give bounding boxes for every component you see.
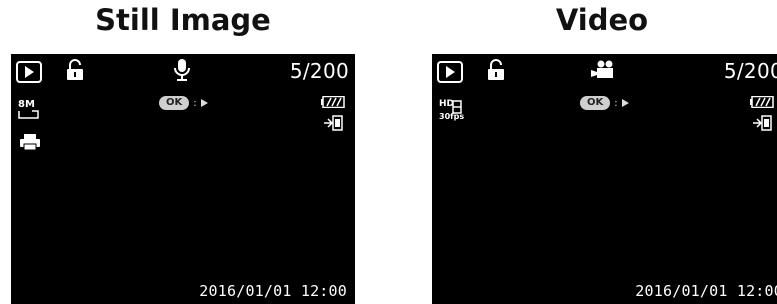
image-count: 5/200 (289, 59, 349, 83)
resolution-icon (18, 110, 39, 119)
video-panel: Video 5/200 OK : HD 30fps 2016/01/01 12:… (432, 0, 777, 304)
still-image-panel: Still Image 5/200 OK : 8M 2016/01/01 12:… (11, 0, 355, 304)
ok-separator: : (193, 97, 197, 109)
camera-screen: 5/200 OK : 8M 2016/01/01 12:00 (11, 54, 355, 304)
video-camera-icon (591, 60, 613, 78)
fps-label: 30fps (439, 112, 465, 121)
video-count: 5/200 (723, 59, 777, 83)
ok-play-hint: OK : (159, 96, 208, 110)
play-arrow-icon (200, 99, 208, 107)
ok-separator: : (614, 97, 618, 109)
date-time: 2016/01/01 12:00 (199, 282, 347, 300)
battery-icon (750, 96, 774, 108)
print-icon (20, 134, 40, 151)
camera-screen: 5/200 OK : HD 30fps 2016/01/01 12:00 (432, 54, 777, 304)
ok-badge: OK (580, 96, 611, 110)
film-frame-icon (452, 100, 462, 114)
resolution-label: 8M (18, 99, 35, 110)
protect-lock-icon (67, 59, 83, 80)
dpof-icon (324, 115, 343, 131)
ok-play-hint: OK : (580, 96, 629, 110)
ok-badge: OK (159, 96, 190, 110)
date-time: 2016/01/01 12:00 (635, 282, 777, 300)
battery-icon (321, 96, 345, 108)
protect-lock-icon (488, 59, 504, 80)
panel-title: Still Image (95, 3, 271, 37)
voice-memo-icon (174, 59, 190, 81)
panel-title: Video (555, 3, 649, 37)
play-arrow-icon (621, 99, 629, 107)
dpof-icon (753, 115, 772, 131)
play-mode-icon (16, 61, 42, 83)
play-mode-icon (437, 61, 463, 83)
